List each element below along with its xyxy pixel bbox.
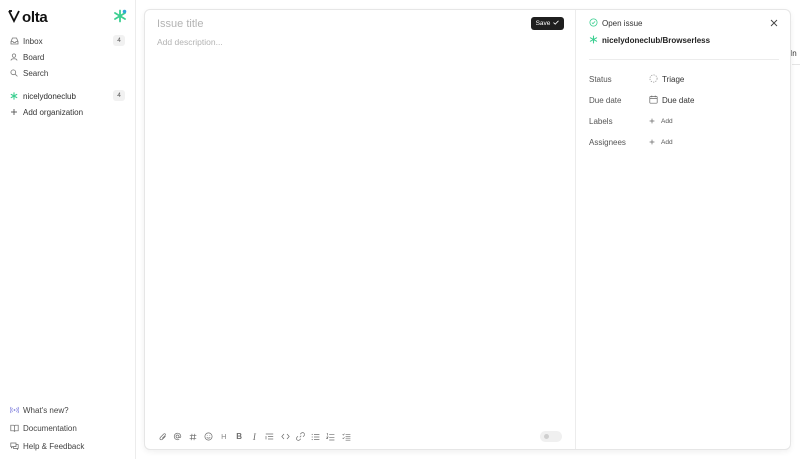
close-icon — [770, 14, 778, 32]
footer-link-label: What's new? — [23, 405, 69, 415]
numbered-list-icon[interactable] — [323, 431, 338, 443]
sidebar: olta Inbox 4 Board Search nicelydoneclub… — [0, 0, 136, 459]
hash-icon[interactable] — [186, 431, 201, 443]
formatting-toolbar: H B I — [155, 430, 354, 443]
assignees-label: Assignees — [589, 137, 626, 147]
brand-logo[interactable]: olta — [8, 8, 48, 26]
bullet-list-icon[interactable] — [308, 431, 323, 443]
send-toggle[interactable] — [540, 431, 562, 442]
attach-icon[interactable] — [155, 431, 170, 443]
status-selector[interactable]: Triage — [649, 74, 684, 85]
add-label-text: Add — [661, 117, 673, 125]
sidebar-footer: What's new? Documentation Help & Feedbac… — [0, 401, 135, 455]
quote-icon[interactable] — [262, 431, 277, 443]
labels-property: Labels Add — [589, 114, 779, 128]
add-assignee-button[interactable]: Add — [649, 138, 673, 147]
volta-v-icon — [8, 9, 22, 25]
sidebar-item-search[interactable]: Search — [0, 65, 135, 81]
add-organization-button[interactable]: Add organization — [0, 104, 135, 120]
open-issue-icon — [589, 18, 598, 29]
issue-title-input[interactable]: Issue title — [157, 18, 203, 30]
background-divider — [792, 64, 800, 65]
org-label: nicelydoneclub — [23, 91, 76, 101]
emoji-icon[interactable] — [201, 431, 216, 443]
add-organization-label: Add organization — [23, 107, 84, 117]
documentation-link[interactable]: Documentation — [0, 419, 135, 437]
italic-icon[interactable]: I — [247, 431, 262, 443]
inbox-count-badge: 4 — [113, 35, 125, 46]
search-icon — [9, 68, 19, 78]
checklist-icon[interactable] — [339, 431, 354, 443]
sidebar-nav: Inbox 4 Board Search nicelydoneclub 4 Ad… — [0, 33, 135, 120]
sidebar-item-board[interactable]: Board — [0, 49, 135, 65]
background-tab-partial[interactable]: In — [790, 44, 800, 62]
add-assignee-text: Add — [661, 138, 673, 146]
save-button-label: Save — [535, 20, 551, 27]
repository-name: nicelydoneclub/Browserless — [602, 36, 711, 45]
new-issue-modal: Issue title Add description... Save H B — [144, 9, 791, 450]
sidebar-item-label: Inbox — [23, 36, 43, 46]
due-date-value: Due date — [662, 95, 695, 105]
plus-icon — [649, 138, 655, 147]
code-icon[interactable] — [277, 431, 292, 443]
status-property: Status Triage — [589, 72, 779, 86]
help-feedback-link[interactable]: Help & Feedback — [0, 437, 135, 455]
calendar-icon — [649, 95, 658, 106]
check-icon — [553, 20, 560, 27]
labels-label: Labels — [589, 116, 613, 126]
sidebar-item-label: Board — [23, 52, 45, 62]
sidebar-item-org[interactable]: nicelydoneclub 4 — [0, 88, 135, 104]
bold-icon[interactable]: B — [231, 431, 246, 443]
issue-editor: Issue title Add description... Save H B — [145, 10, 576, 449]
save-button[interactable]: Save — [531, 17, 564, 30]
plus-icon — [9, 107, 19, 117]
inbox-icon — [9, 36, 19, 46]
mention-icon[interactable] — [170, 431, 185, 443]
add-label-button[interactable]: Add — [649, 117, 673, 126]
assignees-property: Assignees Add — [589, 135, 779, 149]
broadcast-icon — [9, 405, 19, 415]
issue-description-input[interactable]: Add description... — [157, 37, 223, 47]
org-count-badge: 4 — [113, 90, 125, 101]
toggle-knob — [544, 434, 549, 439]
footer-link-label: Documentation — [23, 423, 77, 433]
chat-icon — [9, 441, 19, 451]
footer-link-label: Help & Feedback — [23, 441, 85, 451]
asterisk-logo-icon[interactable] — [113, 9, 127, 23]
close-button[interactable] — [769, 18, 779, 28]
repository-selector[interactable]: nicelydoneclub/Browserless — [589, 35, 710, 46]
brand-name: olta — [22, 8, 48, 26]
sidebar-item-inbox[interactable]: Inbox 4 — [0, 33, 135, 49]
issue-state-label: Open issue — [602, 19, 643, 28]
plus-icon — [649, 117, 655, 126]
status-label: Status — [589, 74, 612, 84]
org-asterisk-icon — [9, 91, 19, 101]
user-icon — [9, 52, 19, 62]
triage-icon — [649, 74, 658, 85]
due-date-label: Due date — [589, 95, 622, 105]
link-icon[interactable] — [293, 431, 308, 443]
book-icon — [9, 423, 19, 433]
whats-new-link[interactable]: What's new? — [0, 401, 135, 419]
sidebar-item-label: Search — [23, 68, 49, 78]
due-date-selector[interactable]: Due date — [649, 95, 694, 106]
issue-state[interactable]: Open issue — [589, 18, 642, 29]
repo-asterisk-icon — [589, 35, 598, 46]
status-value: Triage — [662, 74, 685, 84]
due-date-property: Due date Due date — [589, 93, 779, 107]
heading-icon[interactable]: H — [216, 431, 231, 443]
panel-divider — [589, 59, 779, 60]
issue-properties-panel: Open issue nicelydoneclub/Browserless St… — [577, 10, 791, 449]
